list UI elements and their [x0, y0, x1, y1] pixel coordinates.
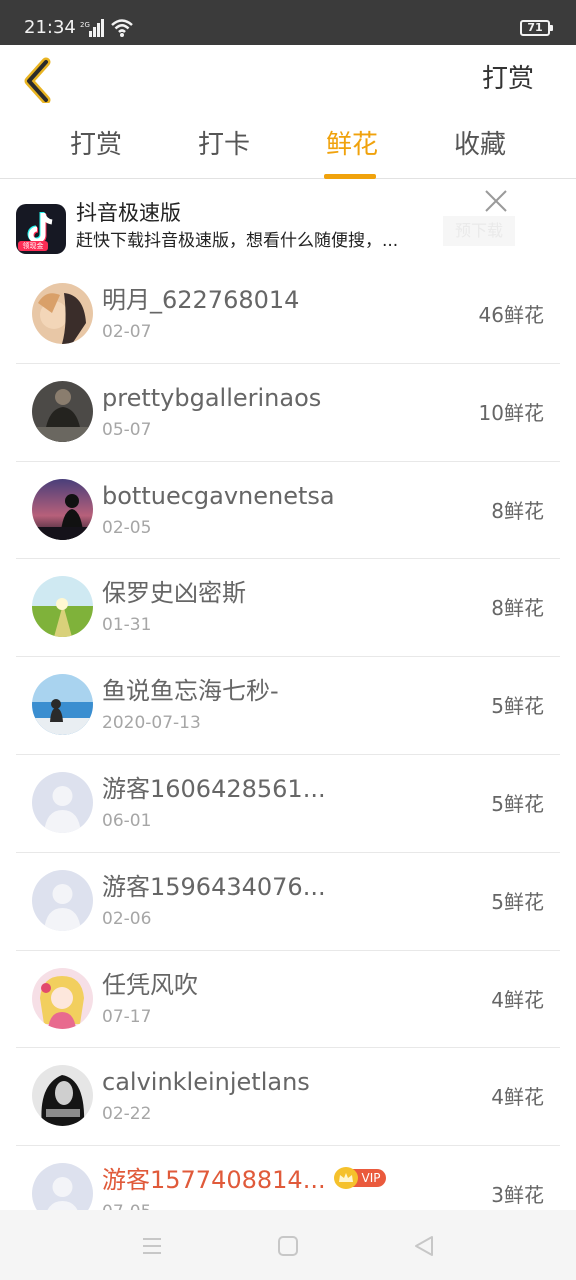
battery-indicator: 71 — [520, 20, 553, 36]
user-name: 任凭风吹 — [102, 970, 198, 999]
avatar — [32, 967, 93, 1029]
date: 05-07 — [102, 419, 152, 440]
flower-count: 10鲜花 — [478, 400, 544, 425]
date: 01-31 — [102, 615, 152, 636]
ad-banner[interactable]: 领现金 抖音极速版 赶快下载抖音极速版，想看什么随便搜，... 预下载 — [0, 180, 576, 266]
tab-label: 打赏 — [69, 130, 122, 160]
flower-count: 4鲜花 — [491, 1085, 544, 1110]
tab-bar: 打赏 打卡 鲜花 收藏 — [0, 115, 576, 179]
tab-reward[interactable]: 打赏 — [56, 127, 136, 177]
user-name: 游客1596434076... — [102, 872, 326, 901]
user-name: 鱼说鱼忘海七秒- — [102, 677, 279, 706]
signal-icon: 2G — [80, 19, 104, 37]
list-item[interactable]: 游客1596434076... 02-06 5鲜花 — [0, 853, 576, 951]
tab-label: 打卡 — [197, 130, 250, 160]
douyin-logo-icon: 领现金 — [16, 204, 66, 254]
ad-logo-tag: 领现金 — [18, 241, 48, 251]
user-name: prettybgallerinaos — [102, 383, 322, 412]
back-button[interactable] — [16, 55, 64, 103]
status-bar: 21:34 2G 71 — [0, 0, 576, 45]
crown-icon — [334, 1167, 358, 1190]
status-time: 21:34 — [24, 17, 76, 38]
system-nav-bar — [0, 1210, 576, 1280]
back-triangle-icon[interactable] — [412, 1234, 436, 1258]
active-tab-indicator — [324, 174, 376, 179]
date: 02-07 — [102, 322, 152, 342]
list-item[interactable]: 鱼说鱼忘海七秒- 2020-07-13 5鲜花 — [0, 657, 576, 755]
tab-flowers[interactable]: 鲜花 — [312, 127, 392, 179]
list-item[interactable]: 游客1606428561... 06-01 5鲜花 — [0, 755, 576, 853]
flower-count: 5鲜花 — [491, 694, 544, 719]
flower-count: 8鲜花 — [491, 498, 544, 523]
ad-description: 赶快下载抖音极速版，想看什么随便搜，... — [76, 231, 399, 251]
avatar — [32, 674, 93, 736]
wifi-icon — [111, 19, 133, 37]
date: 02-05 — [102, 517, 152, 538]
user-name: 游客1577408814... — [102, 1166, 326, 1195]
flower-count: 5鲜花 — [491, 889, 544, 914]
tab-favorites[interactable]: 收藏 — [440, 127, 520, 177]
avatar — [32, 478, 93, 540]
default-avatar-icon — [32, 771, 93, 833]
date: 07-17 — [102, 1006, 152, 1027]
flower-count: 3鲜花 — [491, 1183, 544, 1208]
list-item[interactable]: 保罗史凶密斯 01-31 8鲜花 — [0, 559, 576, 658]
avatar — [32, 283, 93, 344]
flower-count: 5鲜花 — [491, 791, 544, 816]
list-item[interactable]: prettybgallerinaos 05-07 10鲜花 — [0, 364, 576, 462]
date: 02-22 — [102, 1104, 152, 1125]
user-name: calvinkleinjetlans — [102, 1068, 310, 1097]
default-avatar-icon — [32, 869, 93, 931]
tab-label: 收藏 — [453, 130, 506, 160]
avatar — [32, 1065, 93, 1127]
list-item[interactable]: 任凭风吹 07-17 4鲜花 — [0, 951, 576, 1049]
date: 2020-07-13 — [102, 713, 201, 734]
home-icon[interactable] — [276, 1234, 300, 1258]
date: 02-06 — [102, 908, 152, 929]
user-name: 游客1606428561... — [102, 774, 326, 803]
list-item[interactable]: bottuecgavnenetsa 02-05 8鲜花 — [0, 462, 576, 560]
svg-text:2G: 2G — [80, 21, 90, 29]
reward-action-button[interactable]: 打赏 — [482, 63, 534, 95]
flower-count: 4鲜花 — [491, 987, 544, 1012]
flower-giver-list: 明月_622768014 02-07 46鲜花 prettybgallerina… — [0, 266, 576, 1244]
header: 打赏 — [0, 45, 576, 115]
ad-download-button[interactable]: 预下载 — [443, 216, 515, 246]
vip-badge: VIP — [334, 1167, 388, 1190]
list-item[interactable]: 明月_622768014 02-07 46鲜花 — [0, 266, 576, 364]
avatar — [32, 576, 93, 638]
list-item[interactable]: calvinkleinjetlans 02-22 4鲜花 — [0, 1048, 576, 1147]
ad-title: 抖音极速版 — [76, 201, 181, 225]
tab-checkin[interactable]: 打卡 — [184, 127, 264, 177]
flower-count: 8鲜花 — [491, 596, 544, 621]
user-name: 保罗史凶密斯 — [102, 579, 246, 608]
user-name: bottuecgavnenetsa — [102, 481, 335, 510]
avatar — [32, 380, 93, 442]
close-icon[interactable] — [483, 188, 509, 214]
menu-icon[interactable] — [140, 1234, 164, 1258]
tab-label: 鲜花 — [325, 130, 378, 160]
flower-count: 46鲜花 — [478, 303, 544, 327]
user-name: 明月_622768014 — [102, 286, 300, 314]
date: 06-01 — [102, 810, 152, 831]
